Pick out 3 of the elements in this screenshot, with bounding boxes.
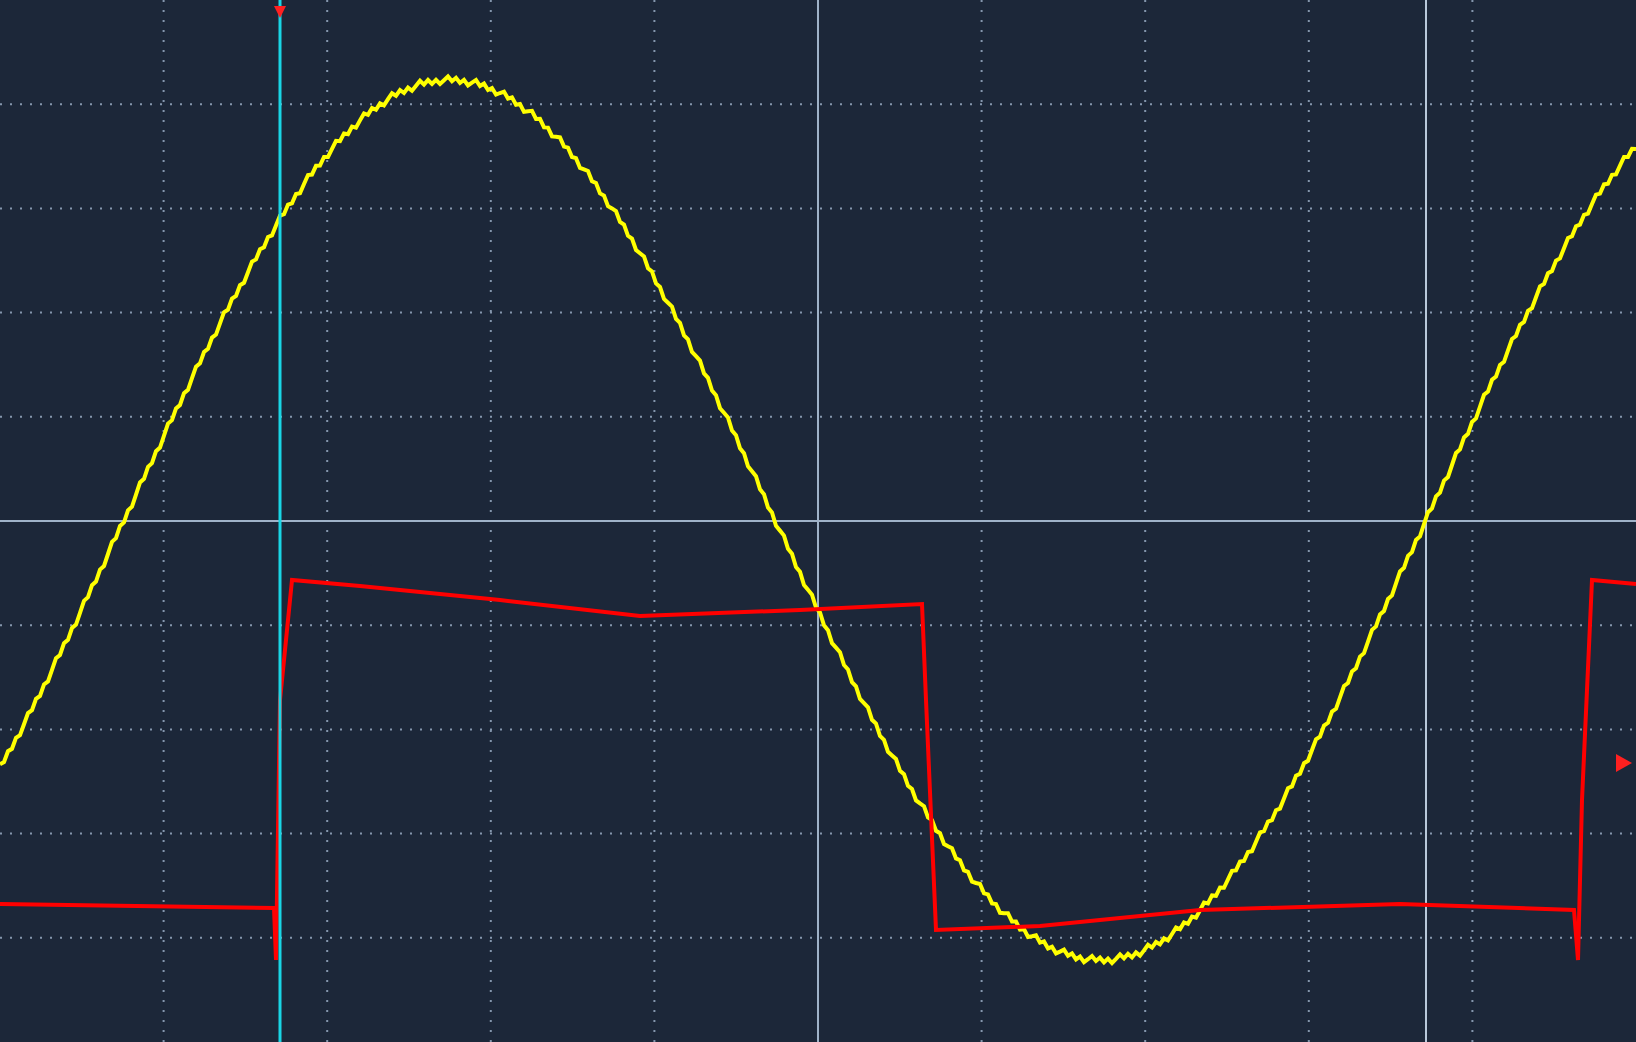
trigger-marker-icon bbox=[274, 6, 286, 18]
level-marker-icon bbox=[1616, 754, 1632, 772]
cursor-line[interactable] bbox=[278, 0, 282, 1042]
